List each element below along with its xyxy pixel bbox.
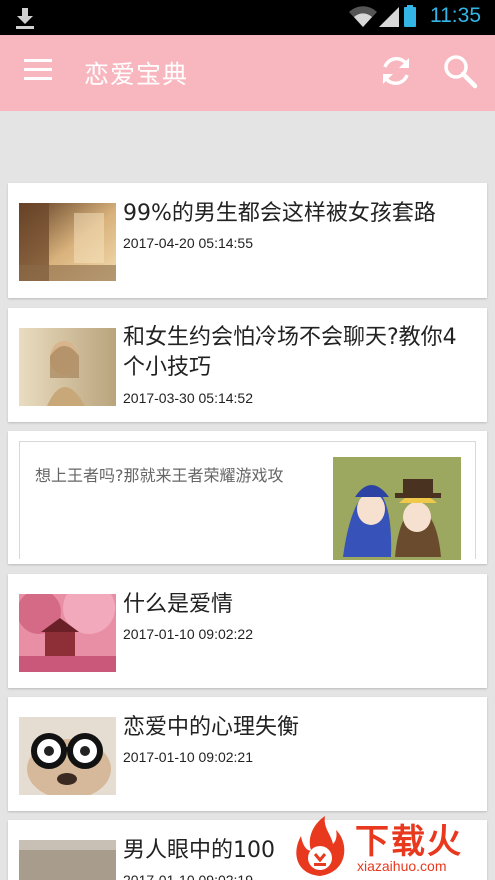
article-date: 2017-01-10 09:02:21 [123, 749, 253, 765]
article-date: 2017-04-20 05:14:55 [123, 235, 253, 251]
article-title: 什么是爱情 [123, 592, 234, 617]
ad-text: 想上王者吗?那就来王者荣耀游戏攻 [35, 466, 284, 485]
menu-icon[interactable] [24, 59, 52, 83]
battery-icon [404, 5, 416, 27]
article-thumbnail [19, 328, 116, 406]
article-card[interactable]: 什么是爱情 2017-01-10 09:02:22 [8, 574, 487, 688]
status-time: 11:35 [430, 4, 481, 27]
article-title: 和女生约会怕冷场不会聊天?教你4个小技巧 [123, 325, 457, 380]
ad-image [333, 457, 461, 560]
watermark-brand: 下载火 [355, 822, 463, 862]
article-card[interactable]: 99%的男生都会这样被女孩套路 2017-04-20 05:14:55 [8, 183, 487, 298]
article-date: 2017-03-30 05:14:52 [123, 390, 253, 406]
article-thumbnail [19, 840, 116, 880]
search-icon[interactable] [442, 53, 478, 89]
article-date: 2017-01-10 09:02:22 [123, 626, 253, 642]
article-thumbnail [19, 594, 116, 672]
refresh-icon[interactable] [378, 53, 414, 89]
ad-banner[interactable]: 想上王者吗?那就来王者荣耀游戏攻 [19, 441, 476, 560]
app-bar: 恋爱宝典 [0, 35, 495, 111]
watermark: 下载火 xiazaihuo.com [285, 812, 495, 880]
article-card[interactable]: 和女生约会怕冷场不会聊天?教你4个小技巧 2017-03-30 05:14:52 [8, 308, 487, 422]
article-date: 2017-01-10 09:02:19 [123, 872, 253, 880]
article-thumbnail [19, 203, 116, 281]
article-card[interactable]: 恋爱中的心理失衡 2017-01-10 09:02:21 [8, 697, 487, 811]
page-title: 恋爱宝典 [84, 60, 189, 89]
wifi-icon [349, 6, 377, 27]
flame-logo-icon [296, 816, 345, 876]
article-title: 99%的男生都会这样被女孩套路 [123, 201, 436, 226]
article-title: 恋爱中的心理失衡 [123, 715, 300, 740]
ad-card[interactable]: 想上王者吗?那就来王者荣耀游戏攻 [8, 431, 487, 564]
watermark-url: xiazaihuo.com [357, 858, 447, 874]
download-icon [16, 8, 34, 29]
status-bar: 11:35 [0, 0, 495, 35]
article-thumbnail [19, 717, 116, 795]
signal-icon [379, 7, 399, 27]
